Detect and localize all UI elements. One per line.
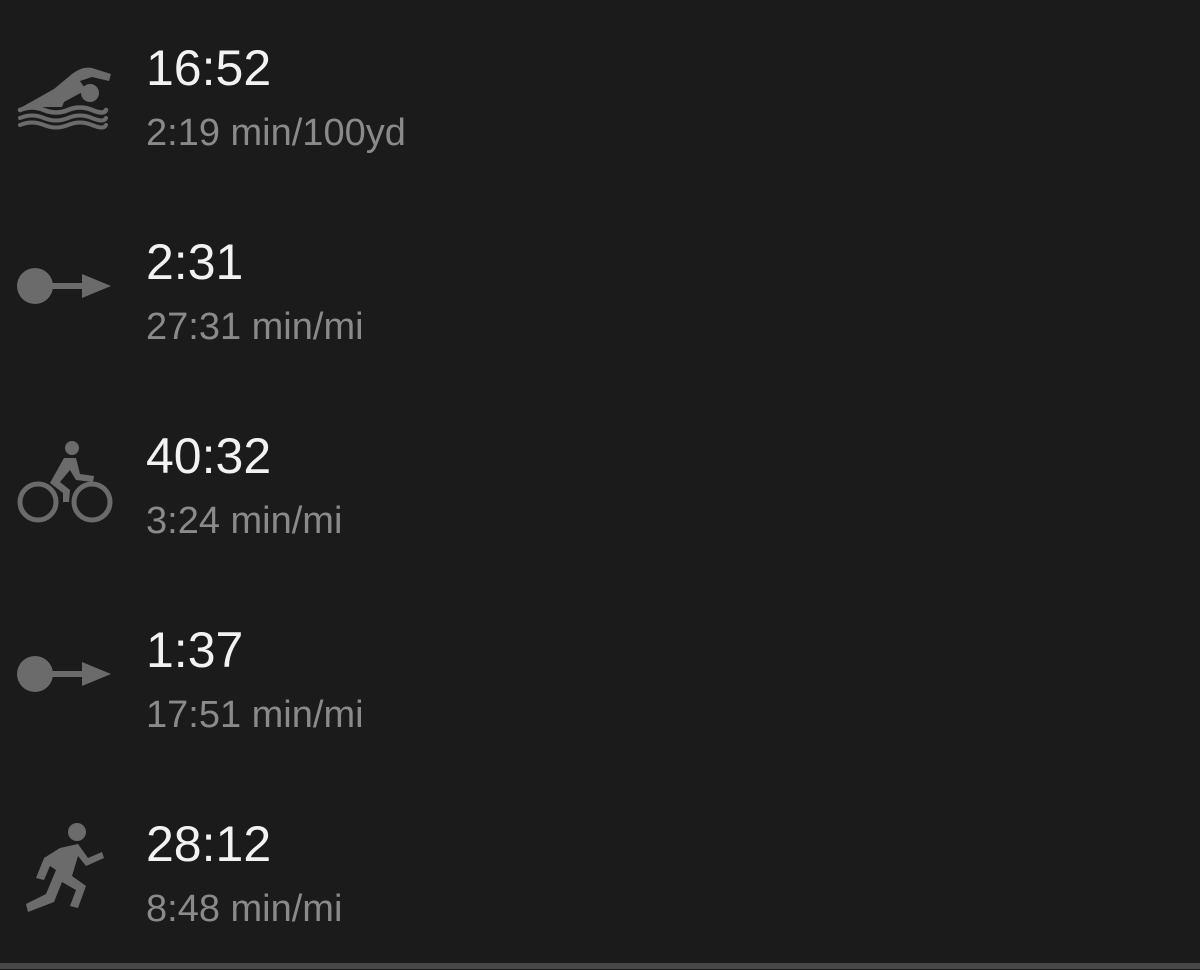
segment-pace: 8:48 min/mi <box>146 888 343 930</box>
segment-row-swim[interactable]: 16:52 2:19 min/100yd <box>0 0 1200 194</box>
segment-list: 16:52 2:19 min/100yd 2:31 27:31 min/mi 4… <box>0 0 1200 963</box>
segment-time: 16:52 <box>146 40 272 96</box>
segment-row-bike[interactable]: 40:32 3:24 min/mi <box>0 388 1200 582</box>
segment-time: 40:32 <box>146 428 272 484</box>
segment-row-run[interactable]: 28:12 8:48 min/mi <box>0 776 1200 970</box>
segment-pace: 3:24 min/mi <box>146 500 343 542</box>
segment-row-transition-1[interactable]: 2:31 27:31 min/mi <box>0 194 1200 388</box>
segment-time: 2:31 <box>146 234 244 290</box>
segment-pace: 27:31 min/mi <box>146 306 364 348</box>
segment-row-transition-2[interactable]: 1:37 17:51 min/mi <box>0 582 1200 776</box>
transition-icon <box>14 238 114 338</box>
bottom-divider <box>0 963 1200 969</box>
run-icon <box>14 822 114 922</box>
segment-pace: 2:19 min/100yd <box>146 112 406 154</box>
bike-icon <box>14 436 114 536</box>
swim-icon <box>14 44 114 144</box>
segment-time: 28:12 <box>146 816 272 872</box>
transition-icon <box>14 626 114 726</box>
segment-time: 1:37 <box>146 622 244 678</box>
segment-pace: 17:51 min/mi <box>146 694 364 736</box>
